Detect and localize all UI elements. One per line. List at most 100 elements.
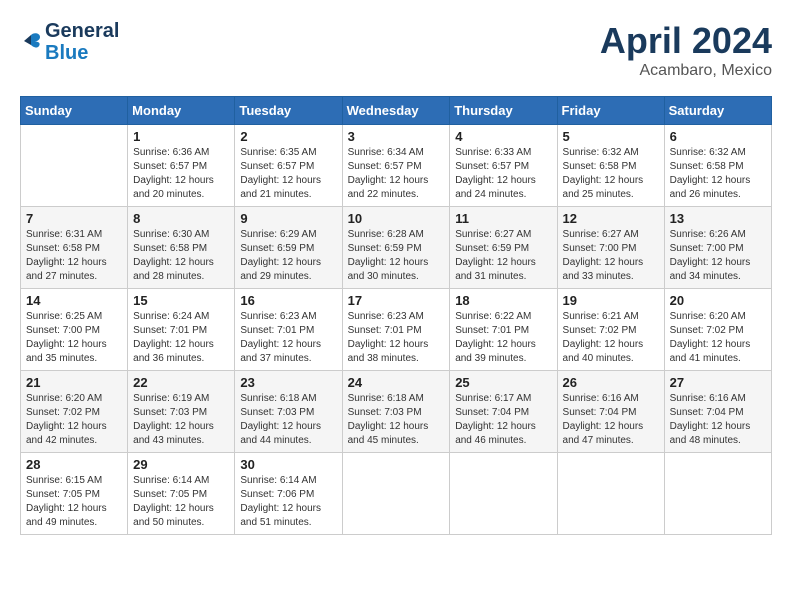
table-row bbox=[21, 125, 128, 207]
day-number: 14 bbox=[26, 293, 122, 308]
col-saturday: Saturday bbox=[664, 97, 771, 125]
table-row: 2 Sunrise: 6:35 AMSunset: 6:57 PMDaylight… bbox=[235, 125, 342, 207]
col-sunday: Sunday bbox=[21, 97, 128, 125]
day-number: 17 bbox=[348, 293, 445, 308]
day-number: 25 bbox=[455, 375, 551, 390]
table-row: 13Sunrise: 6:26 AMSunset: 7:00 PMDayligh… bbox=[664, 207, 771, 289]
table-row: 30 Sunrise: 6:14 AMSunset: 7:06 PMDayligh… bbox=[235, 453, 342, 535]
day-info: Sunrise: 6:20 AMSunset: 7:02 PMDaylight:… bbox=[670, 310, 766, 366]
day-number: 27 bbox=[670, 375, 766, 390]
day-info: Sunrise: 6:24 AMSunset: 7:01 PMDaylight:… bbox=[133, 310, 229, 366]
table-row bbox=[557, 453, 664, 535]
col-tuesday: Tuesday bbox=[235, 97, 342, 125]
calendar-week-row: 28 Sunrise: 6:15 AMSunset: 7:05 PMDayligh… bbox=[21, 453, 772, 535]
day-info: Sunrise: 6:34 AMSunset: 6:57 PMDaylight:… bbox=[348, 146, 445, 202]
logo-icon bbox=[20, 31, 42, 53]
table-row: 15 Sunrise: 6:24 AMSunset: 7:01 PMDayligh… bbox=[128, 289, 235, 371]
day-info: Sunrise: 6:35 AMSunset: 6:57 PMDaylight:… bbox=[240, 146, 336, 202]
table-row: 25 Sunrise: 6:17 AMSunset: 7:04 PMDayligh… bbox=[450, 371, 557, 453]
day-info: Sunrise: 6:14 AMSunset: 7:05 PMDaylight:… bbox=[133, 474, 229, 530]
table-row: 1 Sunrise: 6:36 AMSunset: 6:57 PMDaylight… bbox=[128, 125, 235, 207]
month-title: April 2024 bbox=[600, 20, 772, 62]
day-number: 8 bbox=[133, 211, 229, 226]
day-number: 4 bbox=[455, 129, 551, 144]
day-info: Sunrise: 6:23 AMSunset: 7:01 PMDaylight:… bbox=[348, 310, 445, 366]
table-row: 26Sunrise: 6:16 AMSunset: 7:04 PMDayligh… bbox=[557, 371, 664, 453]
day-number: 11 bbox=[455, 211, 551, 226]
day-number: 19 bbox=[563, 293, 659, 308]
day-number: 1 bbox=[133, 129, 229, 144]
table-row: 22 Sunrise: 6:19 AMSunset: 7:03 PMDayligh… bbox=[128, 371, 235, 453]
day-info: Sunrise: 6:32 AMSunset: 6:58 PMDaylight:… bbox=[563, 146, 659, 202]
table-row bbox=[664, 453, 771, 535]
table-row bbox=[450, 453, 557, 535]
day-info: Sunrise: 6:22 AMSunset: 7:01 PMDaylight:… bbox=[455, 310, 551, 366]
table-row: 24 Sunrise: 6:18 AMSunset: 7:03 PMDayligh… bbox=[342, 371, 450, 453]
day-number: 5 bbox=[563, 129, 659, 144]
table-row: 19 Sunrise: 6:21 AMSunset: 7:02 PMDayligh… bbox=[557, 289, 664, 371]
day-info: Sunrise: 6:25 AMSunset: 7:00 PMDaylight:… bbox=[26, 310, 122, 366]
day-info: Sunrise: 6:28 AMSunset: 6:59 PMDaylight:… bbox=[348, 228, 445, 284]
day-number: 24 bbox=[348, 375, 445, 390]
day-number: 6 bbox=[670, 129, 766, 144]
day-info: Sunrise: 6:23 AMSunset: 7:01 PMDaylight:… bbox=[240, 310, 336, 366]
day-info: Sunrise: 6:20 AMSunset: 7:02 PMDaylight:… bbox=[26, 392, 122, 448]
table-row: 17 Sunrise: 6:23 AMSunset: 7:01 PMDayligh… bbox=[342, 289, 450, 371]
day-info: Sunrise: 6:18 AMSunset: 7:03 PMDaylight:… bbox=[348, 392, 445, 448]
day-info: Sunrise: 6:16 AMSunset: 7:04 PMDaylight:… bbox=[670, 392, 766, 448]
day-info: Sunrise: 6:33 AMSunset: 6:57 PMDaylight:… bbox=[455, 146, 551, 202]
table-row: 28 Sunrise: 6:15 AMSunset: 7:05 PMDayligh… bbox=[21, 453, 128, 535]
table-row: 14 Sunrise: 6:25 AMSunset: 7:00 PMDayligh… bbox=[21, 289, 128, 371]
table-row bbox=[342, 453, 450, 535]
col-monday: Monday bbox=[128, 97, 235, 125]
day-number: 28 bbox=[26, 457, 122, 472]
table-row: 23 Sunrise: 6:18 AMSunset: 7:03 PMDayligh… bbox=[235, 371, 342, 453]
day-number: 23 bbox=[240, 375, 336, 390]
day-info: Sunrise: 6:14 AMSunset: 7:06 PMDaylight:… bbox=[240, 474, 336, 530]
day-number: 12 bbox=[563, 211, 659, 226]
day-number: 10 bbox=[348, 211, 445, 226]
day-number: 9 bbox=[240, 211, 336, 226]
table-row: 7Sunrise: 6:31 AMSunset: 6:58 PMDaylight… bbox=[21, 207, 128, 289]
title-block: April 2024 Acambaro, Mexico bbox=[600, 20, 772, 80]
day-info: Sunrise: 6:21 AMSunset: 7:02 PMDaylight:… bbox=[563, 310, 659, 366]
table-row: 4 Sunrise: 6:33 AMSunset: 6:57 PMDaylight… bbox=[450, 125, 557, 207]
page-header: General Blue April 2024 Acambaro, Mexico bbox=[20, 20, 772, 80]
day-number: 20 bbox=[670, 293, 766, 308]
day-number: 2 bbox=[240, 129, 336, 144]
day-number: 3 bbox=[348, 129, 445, 144]
col-friday: Friday bbox=[557, 97, 664, 125]
table-row: 6 Sunrise: 6:32 AMSunset: 6:58 PMDaylight… bbox=[664, 125, 771, 207]
day-number: 7 bbox=[26, 211, 122, 226]
table-row: 29Sunrise: 6:14 AMSunset: 7:05 PMDayligh… bbox=[128, 453, 235, 535]
day-number: 16 bbox=[240, 293, 336, 308]
location: Acambaro, Mexico bbox=[600, 62, 772, 80]
table-row: 8 Sunrise: 6:30 AMSunset: 6:58 PMDaylight… bbox=[128, 207, 235, 289]
day-info: Sunrise: 6:32 AMSunset: 6:58 PMDaylight:… bbox=[670, 146, 766, 202]
logo: General Blue bbox=[20, 20, 119, 64]
day-info: Sunrise: 6:15 AMSunset: 7:05 PMDaylight:… bbox=[26, 474, 122, 530]
day-info: Sunrise: 6:30 AMSunset: 6:58 PMDaylight:… bbox=[133, 228, 229, 284]
table-row: 20 Sunrise: 6:20 AMSunset: 7:02 PMDayligh… bbox=[664, 289, 771, 371]
day-info: Sunrise: 6:36 AMSunset: 6:57 PMDaylight:… bbox=[133, 146, 229, 202]
day-number: 15 bbox=[133, 293, 229, 308]
table-row: 5 Sunrise: 6:32 AMSunset: 6:58 PMDaylight… bbox=[557, 125, 664, 207]
table-row: 12Sunrise: 6:27 AMSunset: 7:00 PMDayligh… bbox=[557, 207, 664, 289]
calendar-table: Sunday Monday Tuesday Wednesday Thursday… bbox=[20, 96, 772, 535]
table-row: 10 Sunrise: 6:28 AMSunset: 6:59 PMDayligh… bbox=[342, 207, 450, 289]
day-number: 22 bbox=[133, 375, 229, 390]
day-info: Sunrise: 6:17 AMSunset: 7:04 PMDaylight:… bbox=[455, 392, 551, 448]
day-info: Sunrise: 6:18 AMSunset: 7:03 PMDaylight:… bbox=[240, 392, 336, 448]
day-info: Sunrise: 6:19 AMSunset: 7:03 PMDaylight:… bbox=[133, 392, 229, 448]
col-wednesday: Wednesday bbox=[342, 97, 450, 125]
day-number: 21 bbox=[26, 375, 122, 390]
calendar-week-row: 7Sunrise: 6:31 AMSunset: 6:58 PMDaylight… bbox=[21, 207, 772, 289]
calendar-week-row: 14 Sunrise: 6:25 AMSunset: 7:00 PMDayligh… bbox=[21, 289, 772, 371]
day-number: 30 bbox=[240, 457, 336, 472]
day-number: 18 bbox=[455, 293, 551, 308]
day-info: Sunrise: 6:27 AMSunset: 6:59 PMDaylight:… bbox=[455, 228, 551, 284]
table-row: 16 Sunrise: 6:23 AMSunset: 7:01 PMDayligh… bbox=[235, 289, 342, 371]
day-number: 26 bbox=[563, 375, 659, 390]
col-thursday: Thursday bbox=[450, 97, 557, 125]
table-row: 27 Sunrise: 6:16 AMSunset: 7:04 PMDayligh… bbox=[664, 371, 771, 453]
